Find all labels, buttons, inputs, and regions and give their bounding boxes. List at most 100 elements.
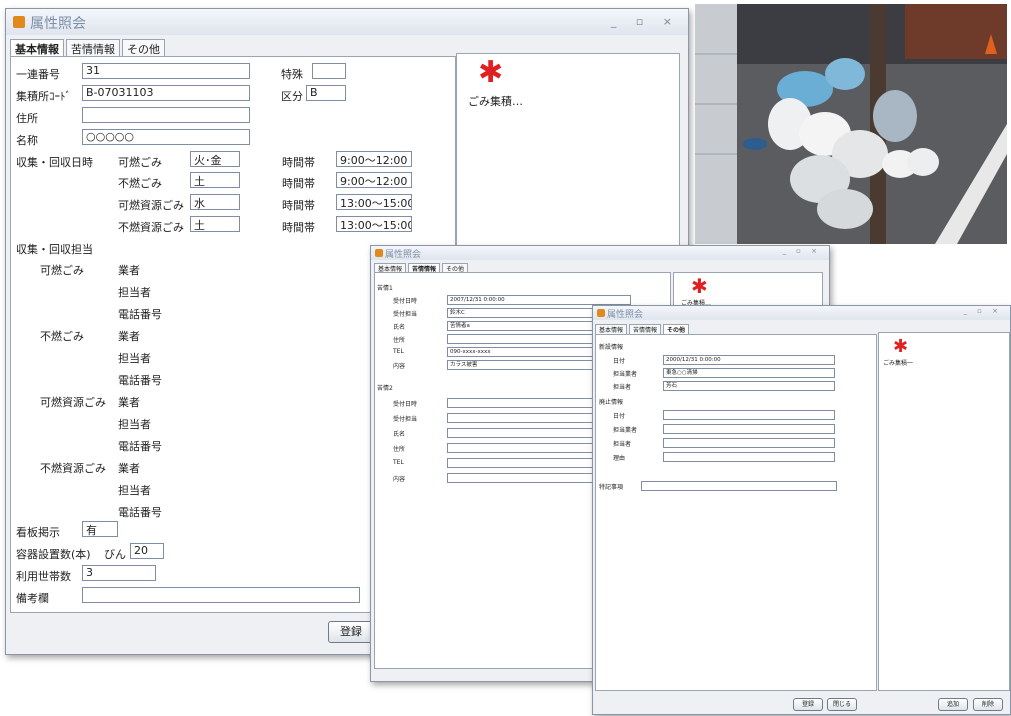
new-install-group-label: 新設情報 xyxy=(599,344,624,351)
complaint-group-2-label: 苦情2 xyxy=(377,385,393,392)
app-icon xyxy=(375,249,383,257)
staff-row-label: 業者 xyxy=(118,396,140,409)
map-caption: ごみ集積一 xyxy=(883,360,914,367)
schedule-time-field[interactable]: 9:00～12:00 xyxy=(336,172,412,188)
tab-complaint-info[interactable]: 苦情情報 xyxy=(629,324,662,334)
other-field[interactable]: 芳石 xyxy=(663,381,835,391)
schedule-day-field[interactable]: 土 xyxy=(190,172,240,188)
other-field-label: 理由 xyxy=(613,455,626,462)
other-field[interactable] xyxy=(663,424,835,434)
collection-point-marker-icon: ✱ xyxy=(691,274,708,298)
other-field[interactable] xyxy=(663,452,835,462)
complaint-field-label: 住所 xyxy=(393,446,406,453)
sign-field[interactable]: 有 xyxy=(82,521,118,537)
other-field[interactable] xyxy=(663,410,835,420)
serial-field[interactable]: 31 xyxy=(82,63,250,79)
schedule-day-field[interactable]: 土 xyxy=(190,216,240,232)
window-controls[interactable]: _ ▫ × xyxy=(782,247,821,255)
serial-label: 一連番号 xyxy=(16,68,60,81)
complaint-field-label: TEL xyxy=(393,348,404,355)
staff-row-label: 業者 xyxy=(118,264,140,277)
complaint-field-label: 受付日時 xyxy=(393,401,418,408)
staff-group-type: 不燃資源ごみ xyxy=(40,462,106,475)
complaint-field[interactable]: 2007/12/31 0:00:00 xyxy=(447,295,631,305)
remarks-field[interactable] xyxy=(82,587,360,603)
class-field[interactable]: B xyxy=(306,85,346,101)
time-label: 時間帯 xyxy=(282,156,315,169)
complaint-group-1-label: 苦情1 xyxy=(377,285,393,292)
time-label: 時間帯 xyxy=(282,221,315,234)
title-bar[interactable]: 属性照会 _ ▫ × xyxy=(6,9,688,35)
other-field[interactable] xyxy=(663,438,835,448)
schedule-type: 不燃ごみ xyxy=(118,177,162,190)
title-bar[interactable]: 属性照会 _ ▫ × xyxy=(371,246,829,260)
schedule-time-field[interactable]: 13:00～15:00 xyxy=(336,194,412,210)
staff-row-label: 業者 xyxy=(118,462,140,475)
complaint-field-label: TEL xyxy=(393,459,404,466)
schedule-time-field[interactable]: 9:00～12:00 xyxy=(336,151,412,167)
title-bar[interactable]: 属性照会 _ ▫ × xyxy=(593,306,1010,320)
other-field-label: 担当者 xyxy=(613,441,632,448)
class-label: 区分 xyxy=(281,90,303,103)
window-title: 属性照会 xyxy=(385,250,422,260)
container-field[interactable]: 20 xyxy=(130,543,164,559)
tab-basic-info[interactable]: 基本情報 xyxy=(595,324,628,334)
register-button[interactable]: 登録 xyxy=(328,621,374,643)
households-field[interactable]: 3 xyxy=(82,565,156,581)
other-field-label: 日付 xyxy=(613,413,626,420)
special-notes-field[interactable] xyxy=(641,481,837,491)
schedule-type: 不燃資源ごみ xyxy=(118,221,184,234)
map-panel xyxy=(878,332,1010,691)
staff-row-label: 業者 xyxy=(118,330,140,343)
complaint-field-label: 内容 xyxy=(393,363,406,370)
complaint-field-label: 受付日時 xyxy=(393,298,418,305)
complaint-field-label: 内容 xyxy=(393,476,406,483)
remarks-label: 備考欄 xyxy=(16,592,49,605)
staff-group-type: 不燃ごみ xyxy=(40,330,84,343)
schedule-day-field[interactable]: 火･金 xyxy=(190,151,240,167)
schedule-label: 収集・回収日時 xyxy=(16,156,93,169)
collection-point-marker-icon: ✱ xyxy=(893,336,909,357)
households-label: 利用世帯数 xyxy=(16,570,71,583)
special-label: 特殊 xyxy=(281,68,303,81)
other-field[interactable]: 東急○○清掃 xyxy=(663,368,835,378)
complaint-field-label: 受付担当 xyxy=(393,416,418,423)
delete-button[interactable]: 削除 xyxy=(973,698,1003,711)
abolition-group-label: 廃止情報 xyxy=(599,399,624,406)
address-field[interactable] xyxy=(82,107,250,123)
name-field[interactable]: ○○○○○ xyxy=(82,129,250,145)
window-controls[interactable]: _ ▫ × xyxy=(963,307,1002,315)
staff-label: 収集・回収担当 xyxy=(16,243,93,256)
staff-row-label: 担当者 xyxy=(118,484,151,497)
time-label: 時間帯 xyxy=(282,199,315,212)
staff-row-label: 担当者 xyxy=(118,352,151,365)
collection-point-marker-icon: ✱ xyxy=(478,55,504,90)
special-field[interactable] xyxy=(312,63,346,79)
code-field[interactable]: B-07031103 xyxy=(82,85,250,101)
container-label: 容器設置数(本) xyxy=(16,548,91,561)
schedule-time-field[interactable]: 13:00～15:00 xyxy=(336,216,412,232)
other-field-label: 担当業者 xyxy=(613,371,638,378)
code-label: 集積所ｺｰﾄﾞ xyxy=(16,90,71,103)
other-field[interactable]: 2000/12/31 0:00:00 xyxy=(663,355,835,365)
time-label: 時間帯 xyxy=(282,177,315,190)
app-icon xyxy=(597,309,605,317)
container-sub-label: びん xyxy=(104,548,126,561)
name-label: 名称 xyxy=(16,134,38,147)
address-label: 住所 xyxy=(16,112,38,125)
tab-other[interactable]: その他 xyxy=(663,324,690,334)
map-caption: ごみ集積… xyxy=(468,95,523,108)
window-controls[interactable]: _ ▫ × xyxy=(611,15,680,28)
staff-row-label: 担当者 xyxy=(118,286,151,299)
complaint-field-label: 住所 xyxy=(393,337,406,344)
schedule-day-field[interactable]: 水 xyxy=(190,194,240,210)
close-button[interactable]: 閉じる xyxy=(827,698,857,711)
register-button[interactable]: 登録 xyxy=(793,698,823,711)
staff-row-label: 電話番号 xyxy=(118,308,162,321)
staff-row-label: 電話番号 xyxy=(118,374,162,387)
other-field-label: 担当者 xyxy=(613,384,632,391)
schedule-type: 可燃ごみ xyxy=(118,156,162,169)
sign-label: 看板掲示 xyxy=(16,526,60,539)
add-button[interactable]: 追加 xyxy=(938,698,968,711)
staff-row-label: 担当者 xyxy=(118,418,151,431)
